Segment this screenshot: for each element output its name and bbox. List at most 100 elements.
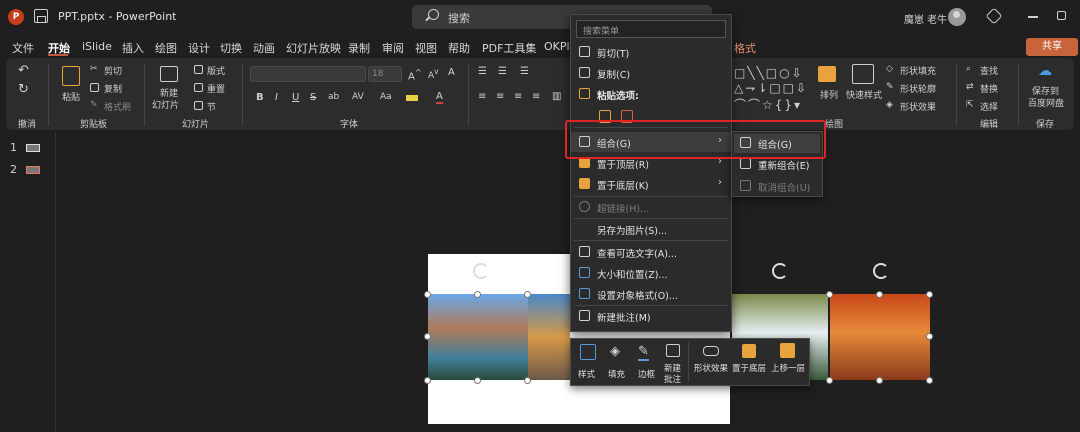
tab-pdf-tools[interactable]: PDF工具集 [482,40,536,56]
mini-style-label[interactable]: 样式 [578,368,595,380]
selection-handle[interactable] [826,291,833,298]
arrange-icon[interactable] [818,66,836,82]
align-center-icon[interactable]: ≡ [496,91,504,102]
tab-animations[interactable]: 动画 [253,40,275,56]
tab-file[interactable]: 文件 [12,40,34,56]
font-color-button[interactable]: A [436,91,443,104]
change-case-button[interactable]: Aa [380,92,392,102]
char-spacing-button[interactable]: AV [352,92,364,102]
tab-shape-format[interactable]: 格式 [734,40,756,56]
submenu-item-regroup[interactable]: 重新组合(E) [758,158,809,172]
grow-font-icon[interactable]: A^ [408,67,422,82]
copy-icon[interactable] [90,83,99,92]
style-icon[interactable] [580,344,596,360]
selection-handle[interactable] [876,291,883,298]
shape-fill-icon[interactable]: ◇ [886,64,893,74]
columns-icon[interactable]: ▥ [552,91,561,102]
menu-item-size-position[interactable]: 大小和位置(Z)... [597,267,667,281]
tab-design[interactable]: 设计 [188,40,210,56]
shapes-gallery-row3[interactable]: ⌒⌒☆{}▾ [734,96,802,113]
rotate-handle-icon[interactable] [873,263,889,279]
fill-icon[interactable]: ◈ [610,344,620,359]
tab-islide[interactable]: iSlide [82,40,112,53]
bullets-icon[interactable]: ☰ [478,66,487,77]
quick-styles-icon[interactable] [852,64,874,84]
new-comment-icon[interactable] [666,344,680,357]
border-icon[interactable]: ✎ [638,344,649,361]
selection-handle[interactable] [876,377,883,384]
save-to-label-2[interactable]: 百度网盘 [1028,96,1064,109]
reset-label[interactable]: 重置 [207,82,225,95]
indent-icon[interactable]: ☰ [520,66,529,77]
shadow-button[interactable]: ab [328,92,339,102]
rotate-handle-icon[interactable] [772,263,788,279]
cut-icon[interactable]: ✂ [90,64,98,74]
layout-icon[interactable] [194,65,203,74]
reset-icon[interactable] [194,83,203,92]
tab-draw[interactable]: 绘图 [155,40,177,56]
user-name[interactable]: 魔崽 老牛 [904,11,947,26]
maximize-icon[interactable] [1057,11,1066,20]
section-icon[interactable] [194,101,203,110]
menu-item-bring-to-front[interactable]: 置于顶层(R) [597,157,649,171]
quick-styles-label[interactable]: 快速样式 [846,88,882,101]
tab-insert[interactable]: 插入 [122,40,144,56]
section-label[interactable]: 节 [207,100,216,113]
tab-view[interactable]: 视图 [415,40,437,56]
cut-label[interactable]: 剪切 [104,64,122,77]
tab-okplus[interactable]: OKPl [544,40,570,53]
paste-icon[interactable] [62,66,80,86]
shape-outline-label[interactable]: 形状轮廓 [900,82,936,95]
shape-effects-icon[interactable] [703,346,719,356]
selection-handle[interactable] [424,377,431,384]
selection-handle[interactable] [926,291,933,298]
menu-item-copy[interactable]: 复制(C) [597,67,630,81]
shape-effects-label[interactable]: 形状效果 [900,100,936,113]
layout-label[interactable]: 版式 [207,64,225,77]
bold-button[interactable]: B [256,92,264,103]
share-button[interactable]: 共享 [1026,38,1078,56]
selection-handle[interactable] [524,377,531,384]
numbering-icon[interactable]: ☰ [498,66,507,77]
menu-item-save-as-picture[interactable]: 另存为图片(S)... [597,223,667,237]
italic-button[interactable]: I [275,92,278,103]
justify-icon[interactable]: ≡ [532,91,540,102]
selection-handle[interactable] [474,291,481,298]
tab-review[interactable]: 审阅 [382,40,404,56]
tab-help[interactable]: 帮助 [448,40,470,56]
shape-outline-icon[interactable]: ✎ [886,82,894,92]
underline-button[interactable]: U [292,92,299,103]
rotate-handle-icon[interactable] [473,263,489,279]
tab-record[interactable]: 录制 [348,40,370,56]
selection-handle[interactable] [424,291,431,298]
baidu-cloud-icon[interactable]: ☁ [1038,63,1052,79]
selection-handle[interactable] [474,377,481,384]
mini-fill-label[interactable]: 填充 [608,368,625,380]
send-backward-icon[interactable] [742,344,756,358]
avatar[interactable] [948,8,966,26]
menu-item-send-to-back[interactable]: 置于底层(K) [597,178,649,192]
landscape-picture[interactable] [428,294,528,380]
menu-item-format-object[interactable]: 设置对象格式(O)... [597,288,678,302]
mini-border-label[interactable]: 边框 [638,368,655,380]
select-label[interactable]: 选择 [980,100,998,113]
save-icon[interactable] [34,9,48,23]
strikethrough-button[interactable]: S [310,92,316,103]
shapes-gallery-row2[interactable]: △⇁⇂□□⇩ [734,81,808,95]
autumn-forest-picture[interactable] [830,294,930,380]
font-name-dropdown[interactable] [250,66,366,82]
paste-label[interactable]: 粘贴 [62,90,80,103]
new-slide-label-2[interactable]: 幻灯片 [152,98,179,111]
selection-handle[interactable] [424,333,431,340]
shape-effects-icon[interactable]: ◈ [886,100,893,110]
shape-fill-label[interactable]: 形状填充 [900,64,936,77]
mini-shape-effects-label[interactable]: 形状效果 [694,362,728,374]
menu-item-alt-text[interactable]: 查看可选文字(A)... [597,246,677,260]
selection-handle[interactable] [926,333,933,340]
clear-format-icon[interactable]: A [448,67,455,78]
selection-handle[interactable] [524,291,531,298]
selection-handle[interactable] [926,377,933,384]
copy-label[interactable]: 复制 [104,82,122,95]
shrink-font-icon[interactable]: Av [428,67,439,81]
find-icon[interactable]: ⌕ [966,64,971,74]
